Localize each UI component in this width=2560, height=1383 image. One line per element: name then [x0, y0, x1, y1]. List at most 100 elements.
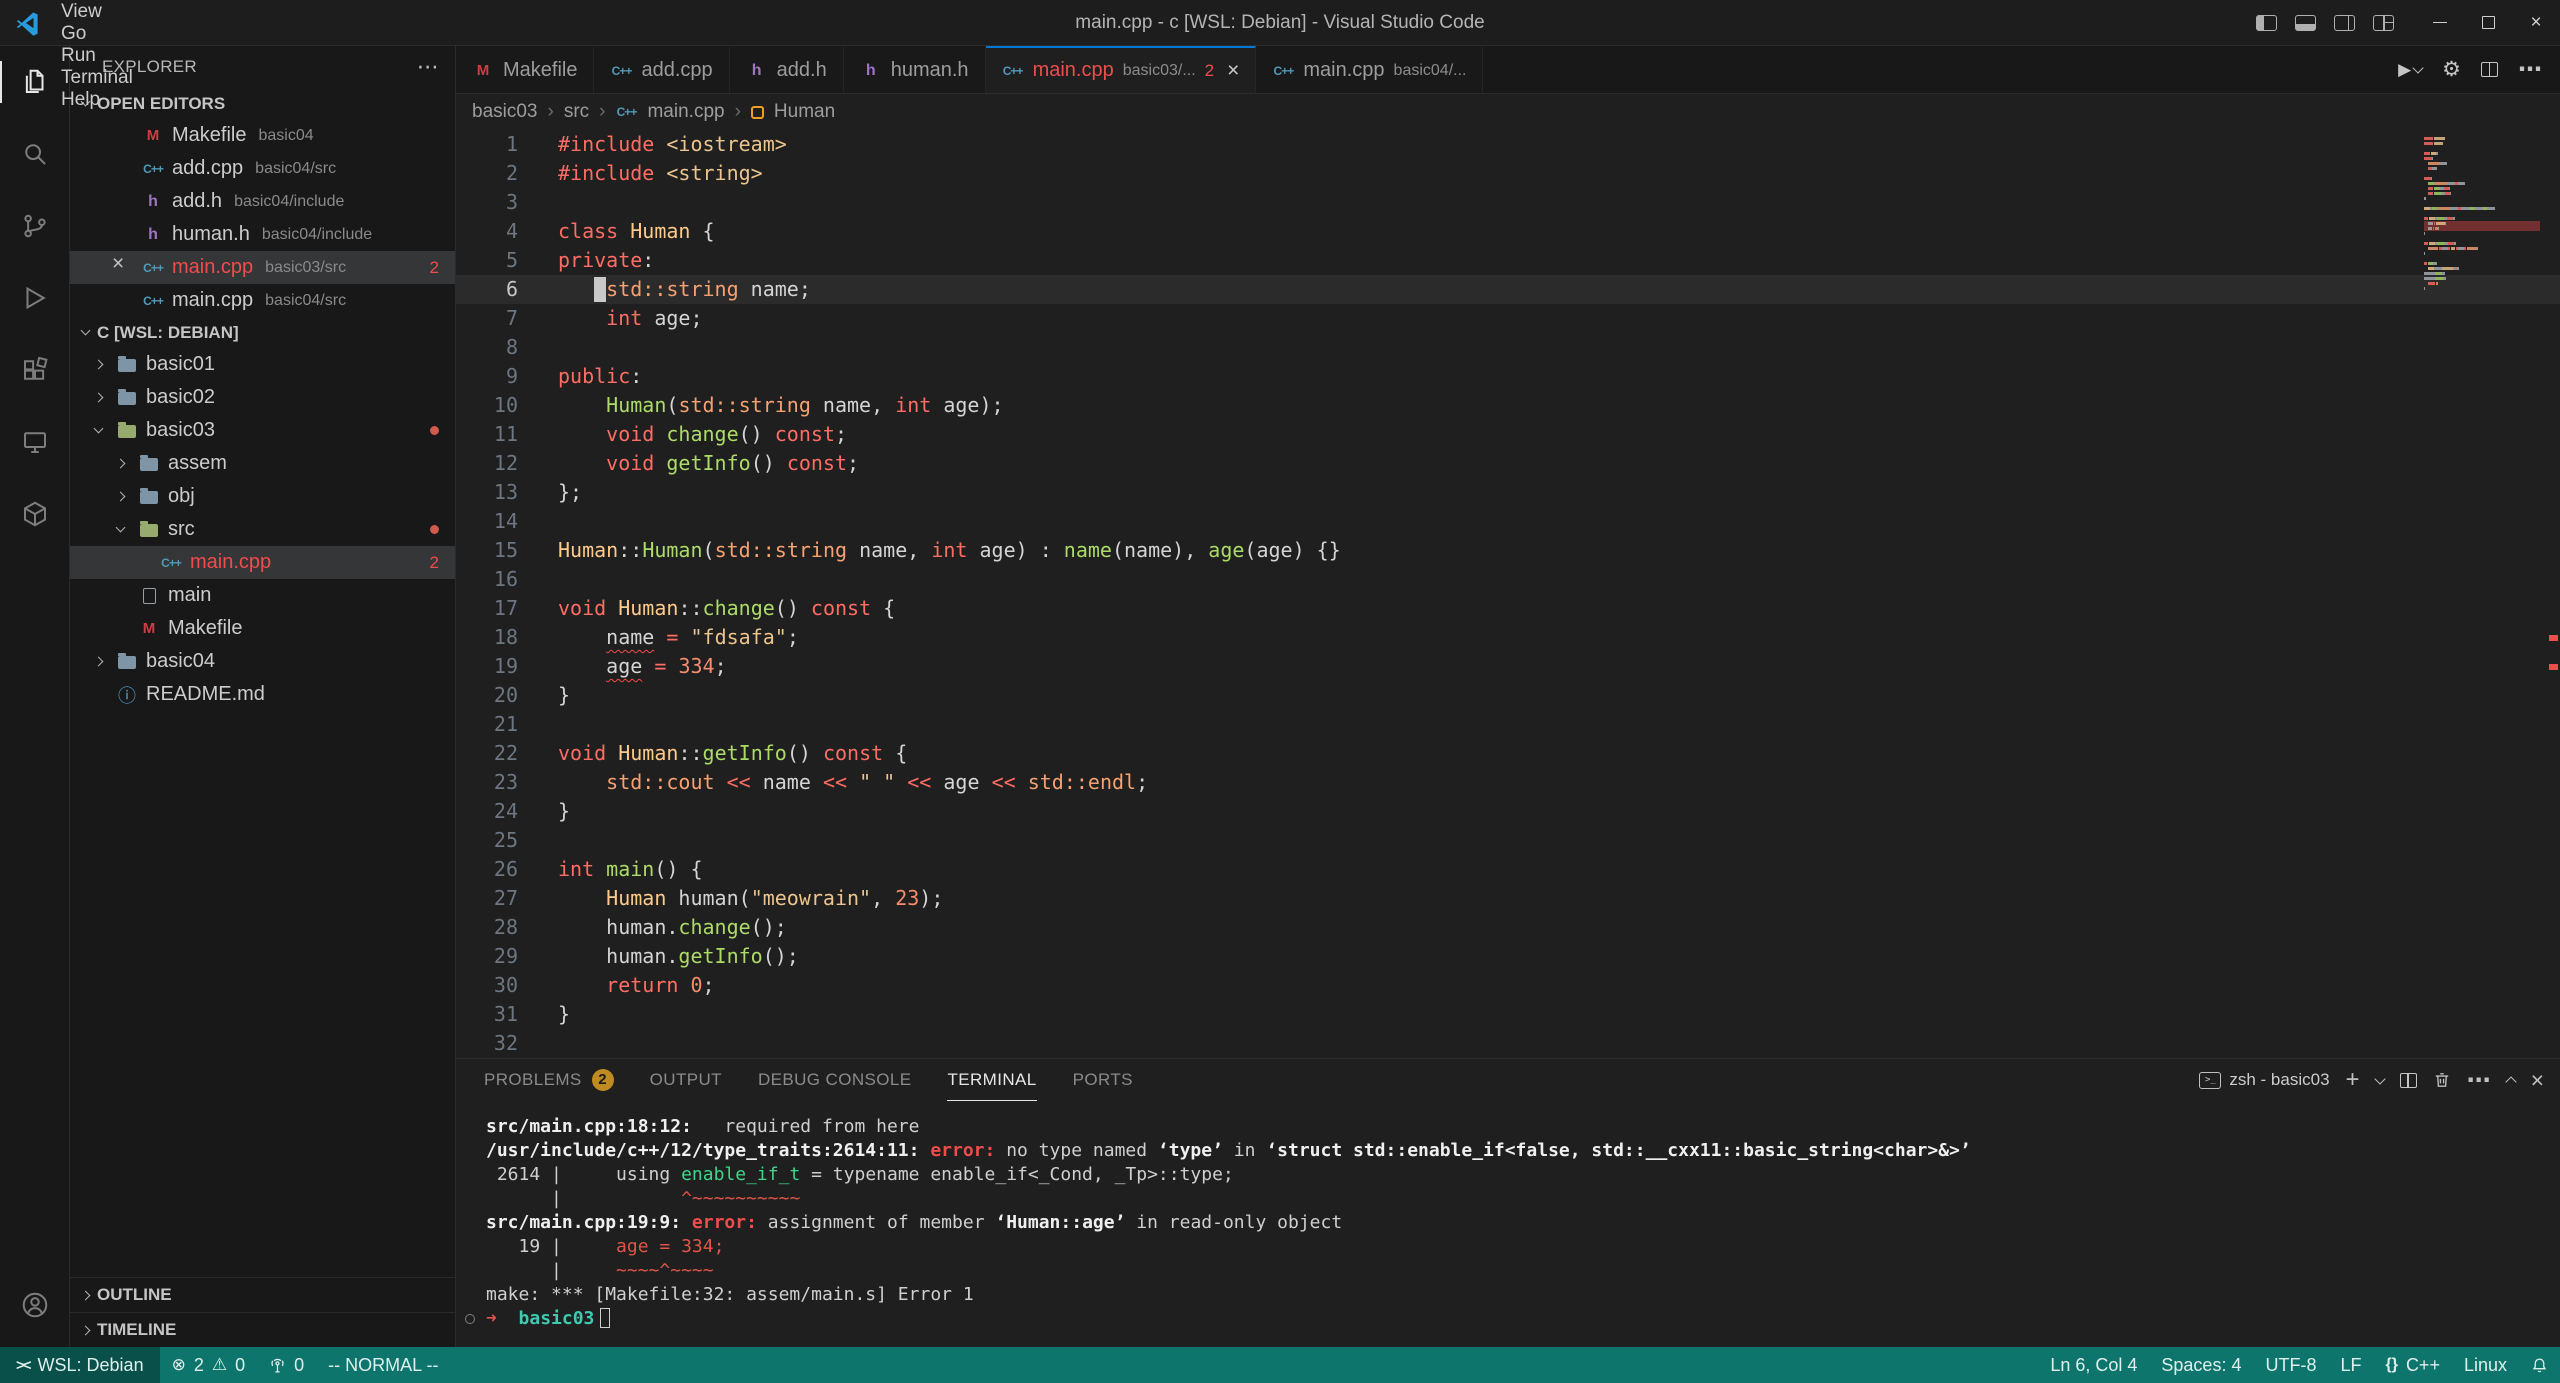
cursor-position[interactable]: Ln 6, Col 4	[2038, 1347, 2149, 1383]
code-line-9[interactable]: 9 public:	[456, 362, 2560, 391]
toggle-secondary-sidebar-icon[interactable]	[2334, 14, 2355, 31]
panel-more-actions-icon[interactable]: ⋯	[2467, 1066, 2491, 1095]
line-number[interactable]: 21	[456, 710, 518, 739]
editor-tab-add.cpp[interactable]: C++ add.cpp	[594, 46, 730, 93]
code-line-32[interactable]: 32	[456, 1029, 2560, 1058]
code-line-20[interactable]: 20}	[456, 681, 2560, 710]
containers-icon[interactable]	[0, 478, 70, 550]
terminal-select[interactable]: >_ zsh - basic03	[2199, 1070, 2330, 1090]
breadcrumb-item[interactable]: basic03	[472, 101, 538, 123]
code-line-29[interactable]: 29 human.getInfo();	[456, 942, 2560, 971]
code-line-1[interactable]: 1 #include <iostream>	[456, 130, 2560, 159]
code-line-5[interactable]: 5 private:	[456, 246, 2560, 275]
code-line-27[interactable]: 27 Human human("meowrain", 23);	[456, 884, 2560, 913]
panel-tab-debug-console[interactable]: DEBUG CONSOLE	[758, 1059, 912, 1101]
line-number[interactable]: 6	[456, 275, 518, 304]
line-number[interactable]: 23	[456, 768, 518, 797]
menu-run[interactable]: Run	[48, 45, 152, 67]
breadcrumb-item[interactable]: Human	[774, 101, 835, 123]
close-panel-icon[interactable]: ×	[2531, 1067, 2544, 1094]
tree-file-README.md[interactable]: ⓘ README.md	[70, 678, 455, 711]
code-line-19[interactable]: 19 age = 334;	[456, 652, 2560, 681]
editor-more-actions-icon[interactable]: ⋯	[2518, 55, 2542, 84]
code-line-26[interactable]: 26 int main() {	[456, 855, 2560, 884]
line-number[interactable]: 17	[456, 594, 518, 623]
code-line-18[interactable]: 18 name = "fdsafa";	[456, 623, 2560, 652]
tree-folder-basic01[interactable]: basic01	[70, 348, 455, 381]
kill-terminal-icon[interactable]	[2433, 1071, 2451, 1089]
code-line-2[interactable]: 2 #include <string>	[456, 159, 2560, 188]
code-line-15[interactable]: 15 Human::Human(std::string name, int age…	[456, 536, 2560, 565]
open-editor-item[interactable]: M Makefile basic04	[70, 119, 455, 152]
line-number[interactable]: 4	[456, 217, 518, 246]
line-number[interactable]: 26	[456, 855, 518, 884]
close-window-button[interactable]: ×	[2512, 0, 2560, 45]
minimap[interactable]	[2424, 136, 2540, 296]
tree-folder-obj[interactable]: obj	[70, 480, 455, 513]
tree-folder-basic02[interactable]: basic02	[70, 381, 455, 414]
line-number[interactable]: 2	[456, 159, 518, 188]
tree-folder-basic03[interactable]: basic03	[70, 414, 455, 447]
line-number[interactable]: 12	[456, 449, 518, 478]
run-and-debug-icon[interactable]	[0, 262, 70, 334]
line-number[interactable]: 29	[456, 942, 518, 971]
code-line-6[interactable]: 6 std::string name;	[456, 275, 2560, 304]
editor-tab-human.h[interactable]: h human.h	[843, 46, 986, 93]
code-editor[interactable]: 1 #include <iostream> 2 #include <string> 3 4…	[456, 130, 2560, 1058]
maximize-button[interactable]	[2464, 0, 2512, 45]
workspace-header[interactable]: C [WSL: DEBIAN]	[70, 317, 455, 348]
panel-tab-problems[interactable]: PROBLEMS 2	[484, 1059, 614, 1101]
notifications-bell-icon[interactable]	[2519, 1347, 2560, 1383]
code-line-13[interactable]: 13};	[456, 478, 2560, 507]
line-number[interactable]: 7	[456, 304, 518, 333]
line-number[interactable]: 18	[456, 623, 518, 652]
menu-go[interactable]: Go	[48, 23, 152, 45]
code-line-30[interactable]: 30 return 0;	[456, 971, 2560, 1000]
line-number[interactable]: 16	[456, 565, 518, 594]
code-line-10[interactable]: 10 Human(std::string name, int age);	[456, 391, 2560, 420]
tree-file-main.cpp[interactable]: C++ main.cpp 2	[70, 546, 455, 579]
extensions-icon[interactable]	[0, 334, 70, 406]
remote-indicator[interactable]: >< WSL: Debian	[0, 1347, 160, 1383]
editor-tab-Makefile[interactable]: M Makefile	[456, 46, 595, 93]
tree-file-main[interactable]: main	[70, 579, 455, 612]
customize-layout-icon[interactable]	[2373, 14, 2394, 31]
open-editor-item[interactable]: C++ main.cpp basic04/src	[70, 284, 455, 317]
breadcrumb-item[interactable]: main.cpp	[647, 101, 724, 123]
toggle-panel-icon[interactable]	[2295, 14, 2316, 31]
sidebar-more-actions-icon[interactable]: ⋯	[417, 54, 439, 80]
outline-section[interactable]: OUTLINE	[70, 1277, 455, 1312]
code-line-28[interactable]: 28 human.change();	[456, 913, 2560, 942]
toggle-sidebar-icon[interactable]	[2256, 14, 2277, 31]
editor-tab-main.cpp[interactable]: C++ main.cpp basic03/... 2 ×	[985, 46, 1257, 93]
menu-view[interactable]: View	[48, 1, 152, 23]
code-line-23[interactable]: 23 std::cout << name << " " << age << st…	[456, 768, 2560, 797]
code-line-21[interactable]: 21	[456, 710, 2560, 739]
menu-help[interactable]: Help	[48, 89, 152, 111]
code-line-25[interactable]: 25	[456, 826, 2560, 855]
split-editor-icon[interactable]	[2481, 62, 2498, 77]
line-number[interactable]: 8	[456, 333, 518, 362]
terminal-output[interactable]: src/main.cpp:18:12: required from here/u…	[456, 1101, 2560, 1347]
line-number[interactable]: 5	[456, 246, 518, 275]
open-editor-item[interactable]: × C++ main.cpp basic03/src 2	[70, 251, 455, 284]
open-editor-item[interactable]: h human.h basic04/include	[70, 218, 455, 251]
code-line-12[interactable]: 12 void getInfo() const;	[456, 449, 2560, 478]
line-number[interactable]: 25	[456, 826, 518, 855]
line-number[interactable]: 3	[456, 188, 518, 217]
timeline-section[interactable]: TIMELINE	[70, 1312, 455, 1347]
line-number[interactable]: 22	[456, 739, 518, 768]
code-line-22[interactable]: 22 void Human::getInfo() const {	[456, 739, 2560, 768]
indentation-status[interactable]: Spaces: 4	[2149, 1347, 2253, 1383]
terminal-profile-chevron-icon[interactable]	[2373, 1072, 2386, 1085]
close-tab-icon[interactable]: ×	[1227, 59, 1239, 83]
run-file-button[interactable]: ▶	[2398, 60, 2424, 80]
problems-status[interactable]: ⊗ 2 ⚠ 0	[160, 1347, 258, 1383]
breadcrumb-item[interactable]: src	[564, 101, 589, 123]
menu-terminal[interactable]: Terminal	[48, 67, 152, 89]
line-number[interactable]: 27	[456, 884, 518, 913]
panel-tab-ports[interactable]: PORTS	[1073, 1059, 1133, 1101]
code-line-17[interactable]: 17 void Human::change() const {	[456, 594, 2560, 623]
eol-status[interactable]: LF	[2328, 1347, 2373, 1383]
line-number[interactable]: 31	[456, 1000, 518, 1029]
